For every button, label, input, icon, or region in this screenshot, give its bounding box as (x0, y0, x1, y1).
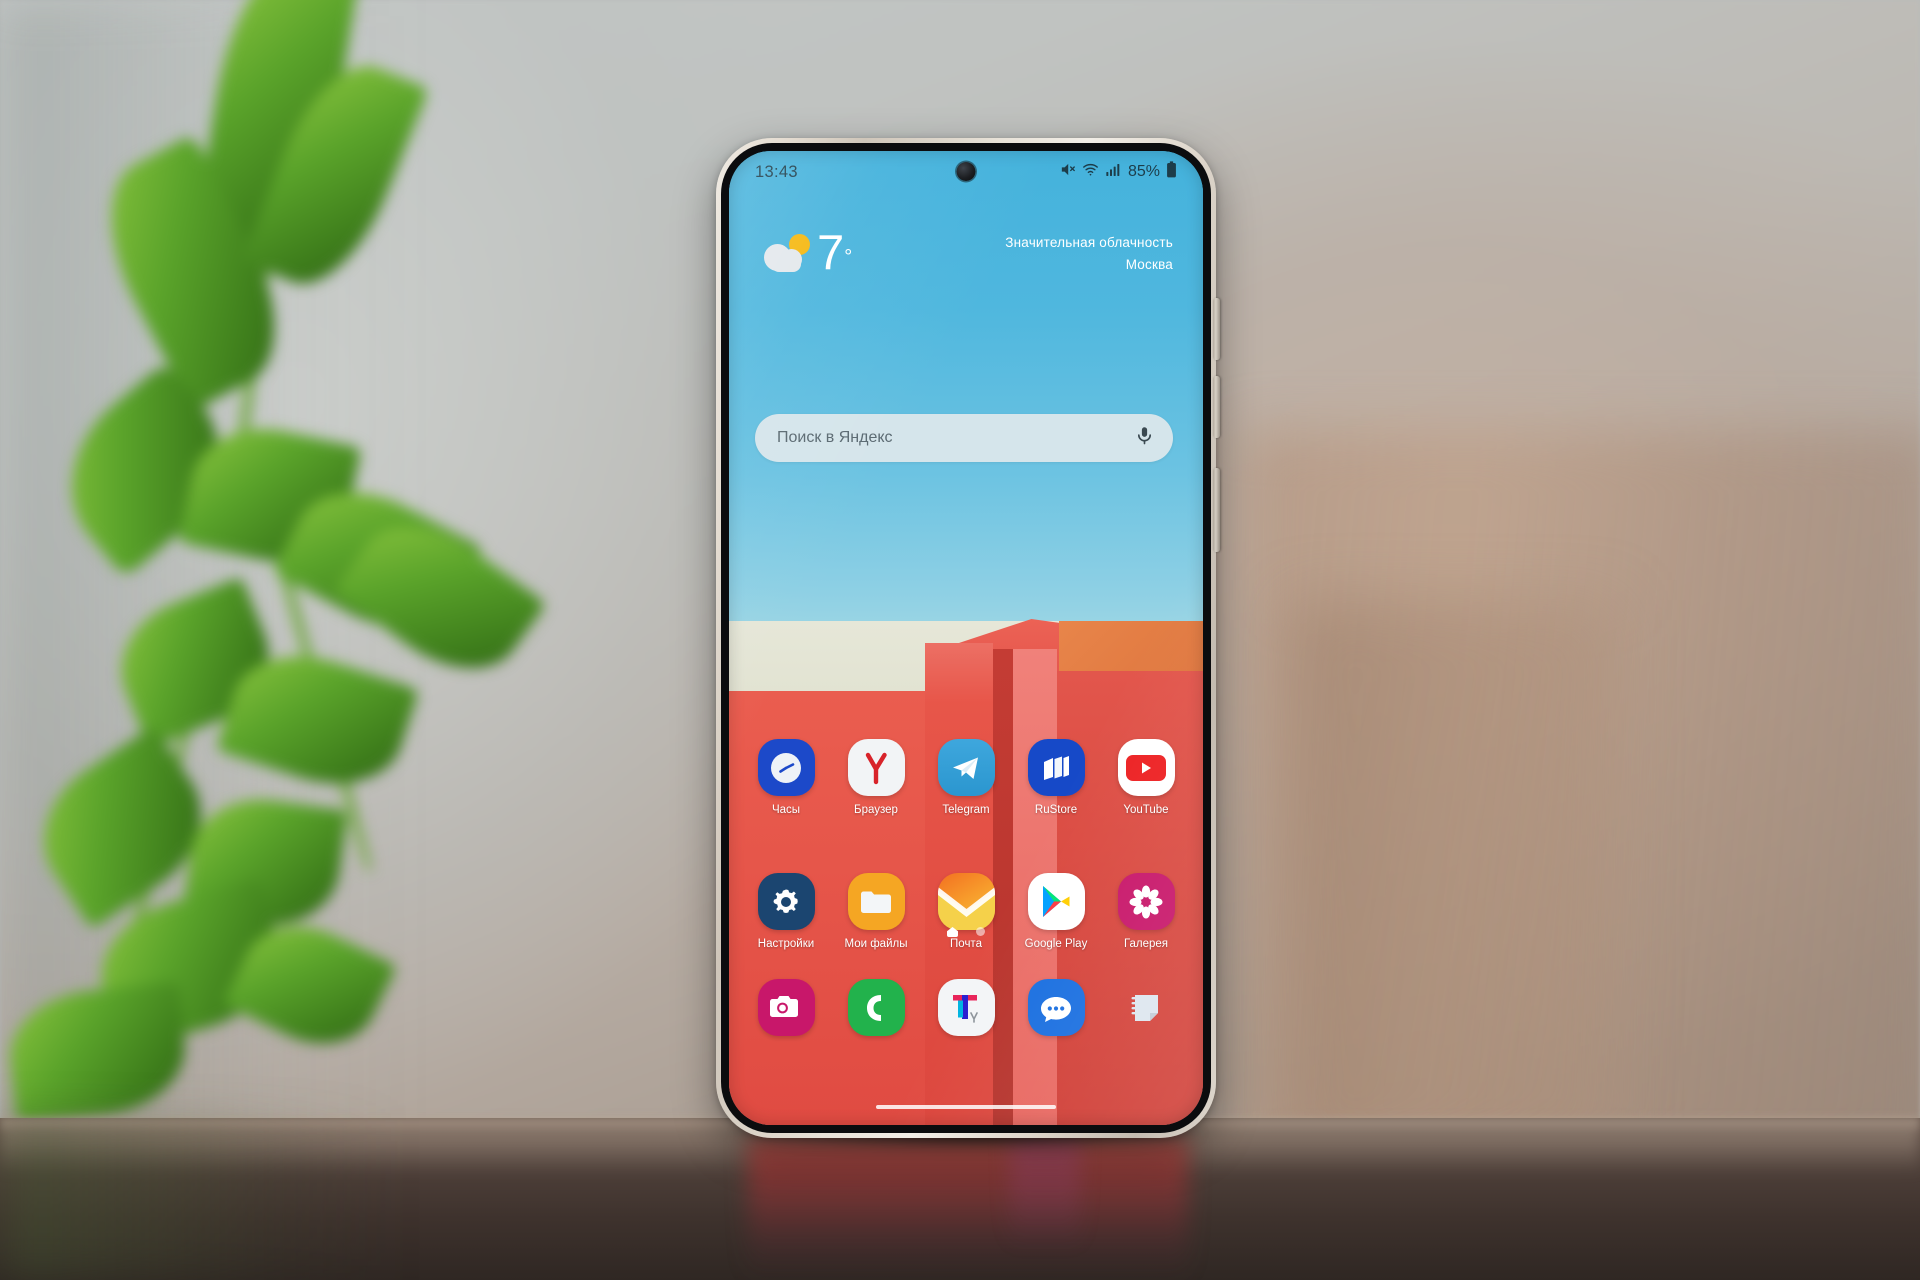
search-input[interactable]: Поиск в Яндекс (777, 429, 1134, 447)
messages-bubble-icon (1027, 979, 1085, 1036)
app-my-files[interactable]: Мои файлы (837, 873, 915, 951)
telegram-icon (937, 739, 995, 796)
folder-icon (847, 873, 905, 930)
app-label: Галерея (1123, 938, 1169, 950)
clock-icon (757, 739, 815, 796)
weather-degree-symbol: ° (844, 245, 853, 268)
yandex-browser-icon (847, 739, 905, 796)
app-label: RuStore (1034, 804, 1078, 816)
app-clock[interactable]: Часы (747, 739, 825, 817)
home-gesture-bar[interactable] (876, 1105, 1056, 1109)
app-label: Почта (950, 938, 982, 950)
page-indicator-dot[interactable] (976, 927, 985, 936)
phone-reflection-accent (1010, 1138, 1080, 1268)
weather-temperature: 7 (817, 226, 844, 280)
partly-cloudy-icon (763, 232, 813, 276)
app-mail[interactable]: Почта (927, 873, 1005, 951)
weather-condition: Значительная облачность (1005, 235, 1173, 250)
youtube-icon (1117, 739, 1175, 796)
furniture-blur-right-2 (1290, 600, 1620, 1160)
power-button[interactable] (1213, 468, 1220, 552)
gallery-flower-icon (1117, 873, 1175, 930)
mute-icon (1059, 161, 1076, 183)
microphone-icon[interactable] (1134, 425, 1155, 451)
app-grid-row-1: Часы Браузер Telegram RuStore YouTube (729, 739, 1203, 817)
phone-screen[interactable]: 13:43 85% 7° Значительная облачность Мос… (729, 151, 1203, 1125)
yandex-telemost-icon (937, 979, 995, 1036)
status-time: 13:43 (755, 162, 798, 181)
dock (729, 979, 1203, 1036)
wallpaper-shade (925, 643, 993, 703)
notes-icon (1118, 979, 1175, 1036)
wifi-icon (1082, 161, 1099, 183)
weather-text-group: Значительная облачность Москва (1005, 229, 1173, 272)
front-camera-punch-hole (956, 162, 976, 181)
app-label: Google Play (1024, 938, 1088, 950)
plant-blurred (0, 0, 760, 1220)
app-telegram[interactable]: Telegram (927, 739, 1005, 817)
camera-icon (757, 979, 815, 1036)
app-settings[interactable]: Настройки (747, 873, 825, 951)
app-label: Браузер (854, 804, 898, 816)
mail-envelope-icon (937, 873, 995, 930)
app-google-play[interactable]: Google Play (1017, 873, 1095, 951)
app-gallery[interactable]: Галерея (1107, 873, 1185, 951)
page-indicator[interactable] (729, 927, 1203, 937)
signal-icon (1105, 162, 1121, 183)
volume-down-button[interactable] (1213, 376, 1220, 438)
weather-widget[interactable]: 7° Значительная облачность Москва (729, 229, 1203, 278)
battery-percent-label: 85% (1127, 163, 1160, 180)
weather-temp-group: 7° (763, 229, 852, 278)
dock-app-camera[interactable] (747, 979, 825, 1036)
status-icons: 85% (1059, 161, 1177, 183)
volume-up-button[interactable] (1213, 298, 1220, 360)
phone-handset-icon (847, 979, 905, 1036)
dock-app-messages[interactable] (1017, 979, 1095, 1036)
search-bar[interactable]: Поиск в Яндекс (755, 414, 1173, 462)
plant-shadow-on-table (0, 1120, 400, 1280)
rustore-icon (1027, 739, 1085, 796)
dock-app-phone[interactable] (837, 979, 915, 1036)
smartphone-device: 13:43 85% 7° Значительная облачность Мос… (716, 138, 1220, 1138)
dock-app-notes[interactable] (1107, 979, 1185, 1036)
app-label: Мои файлы (844, 938, 908, 950)
app-label: Настройки (757, 938, 815, 950)
app-label: YouTube (1123, 804, 1169, 816)
weather-city: Москва (1125, 257, 1173, 272)
app-youtube[interactable]: YouTube (1107, 739, 1185, 817)
app-rustore[interactable]: RuStore (1017, 739, 1095, 817)
battery-icon (1166, 161, 1177, 183)
app-label: Часы (771, 804, 801, 816)
dock-app-telemost[interactable] (927, 979, 1005, 1036)
app-grid-row-2: Настройки Мои файлы Почта Google Play Га… (729, 873, 1203, 951)
phone-reflection (748, 1138, 1188, 1280)
photo-scene: 13:43 85% 7° Значительная облачность Мос… (0, 0, 1920, 1280)
settings-gear-icon (757, 873, 815, 930)
page-indicator-home[interactable] (947, 927, 958, 937)
app-label: Telegram (942, 804, 990, 816)
app-browser[interactable]: Браузер (837, 739, 915, 817)
google-play-icon (1027, 873, 1085, 930)
